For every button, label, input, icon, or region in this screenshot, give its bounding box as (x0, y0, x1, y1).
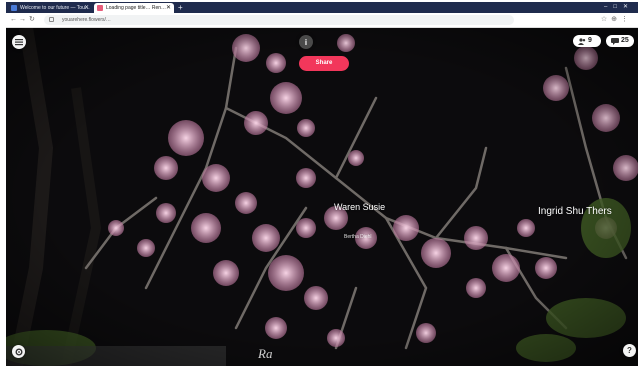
share-button[interactable]: Share (299, 56, 349, 71)
lock-icon (49, 17, 54, 22)
visitor-name-label[interactable]: Bertha Diehl (344, 234, 372, 240)
visitor-name-label[interactable]: Waren Susie (334, 202, 385, 212)
visitor-name-label[interactable]: Ra (258, 346, 272, 362)
favicon-icon (97, 5, 103, 11)
toolbar-extensions[interactable]: ☆⊕⋮ (601, 15, 632, 25)
favicon-icon (11, 5, 17, 11)
back-icon[interactable]: ← (10, 15, 17, 25)
new-tab-icon[interactable]: + (178, 3, 183, 13)
info-button[interactable]: i (299, 35, 313, 49)
tab-welcome[interactable]: Welcome to our future — Tou… ✕ (8, 3, 92, 13)
messages-count: 25 (621, 37, 629, 44)
reload-icon[interactable]: ↻ (29, 15, 35, 25)
messages-count-badge[interactable]: 25 (606, 35, 634, 47)
close-icon[interactable]: ✕ (84, 3, 89, 13)
address-bar[interactable]: youarehere.flowers/… (44, 15, 514, 25)
settings-button[interactable] (12, 345, 25, 358)
chat-icon (611, 37, 619, 45)
menu-icon (15, 39, 23, 46)
close-icon[interactable]: ✕ (166, 3, 171, 13)
users-icon (578, 37, 586, 45)
users-count-badge[interactable]: 9 (573, 35, 601, 47)
visitor-name-label[interactable]: Ingrid Shu Thers (538, 206, 612, 217)
menu-button[interactable] (12, 35, 26, 49)
browser-toolbar: ← → ↻ youarehere.flowers/… ☆⊕⋮ (6, 13, 638, 28)
help-icon: ? (627, 346, 632, 355)
virtual-garden-scene[interactable]: i Share 9 25 Waren Susie Bertha Diehl In… (6, 28, 638, 366)
window-controls[interactable]: –□✕ (604, 2, 634, 13)
tab-bar: Welcome to our future — Tou… ✕ Loading p… (6, 2, 638, 13)
blossom-scene (6, 28, 638, 366)
url-text: youarehere.flowers/… (62, 17, 111, 23)
help-button[interactable]: ? (623, 344, 636, 357)
tab-active[interactable]: Loading page title… Ren… ✕ (94, 3, 174, 13)
tab-title: Welcome to our future — Tou… (20, 5, 90, 11)
users-count: 9 (588, 37, 592, 44)
tab-title: Loading page title… Ren… (106, 5, 167, 11)
gear-icon (15, 348, 22, 355)
forward-icon[interactable]: → (19, 15, 26, 25)
info-icon: i (304, 37, 308, 47)
browser-window: Welcome to our future — Tou… ✕ Loading p… (0, 0, 638, 370)
